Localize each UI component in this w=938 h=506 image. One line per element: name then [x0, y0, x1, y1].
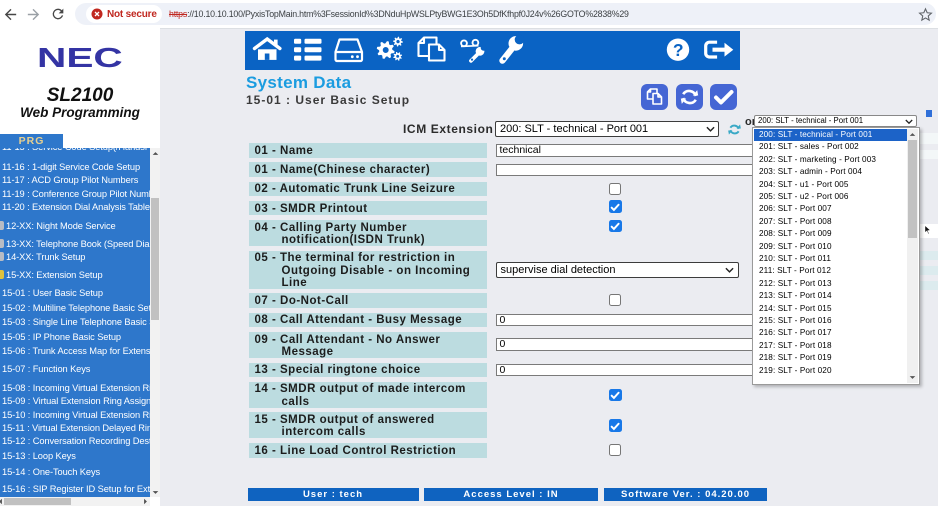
svg-text:?: ? — [673, 40, 684, 60]
